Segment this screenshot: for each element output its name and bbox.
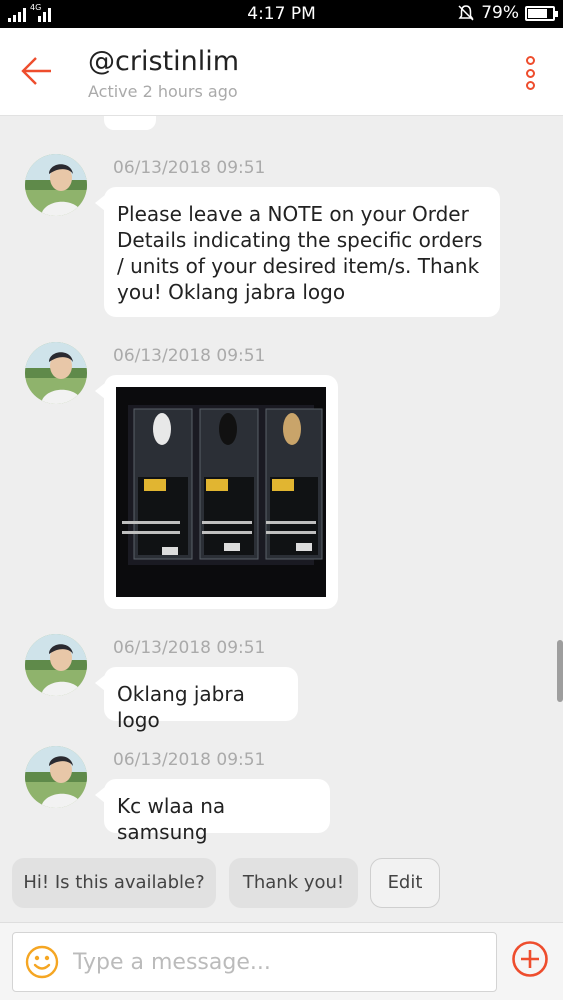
scrollbar[interactable] [557,640,563,702]
message-input[interactable] [73,941,483,983]
battery-percent: 79% [481,3,519,23]
message-timestamp: 06/13/2018 09:51 [113,158,266,178]
message-bubble[interactable]: Kc wlaa na samsung [95,779,330,844]
add-attachment-icon[interactable] [511,940,549,978]
quick-replies: Hi! Is this available? Thank you! Edit [0,858,563,908]
message-input-container [12,932,497,992]
chat-username: @cristinlim [88,46,240,77]
chat-header: @cristinlim Active 2 hours ago [0,28,563,116]
notifications-off-icon [458,5,474,21]
product-photo[interactable] [116,387,326,597]
active-status: Active 2 hours ago [88,82,238,101]
avatar[interactable] [25,746,87,808]
message-timestamp: 06/13/2018 09:51 [113,750,266,770]
avatar[interactable] [25,154,87,216]
message-bubble[interactable]: Oklang jabra logo [95,667,298,732]
message-list[interactable]: 06/13/2018 09:51 Please leave a NOTE on … [0,116,563,922]
battery-fill [528,8,547,18]
image-message-bubble[interactable] [95,375,338,609]
battery-icon [525,5,558,21]
back-arrow-icon[interactable] [20,54,54,88]
quick-reply-thank-you[interactable]: Thank you! [229,858,358,908]
quick-reply-available[interactable]: Hi! Is this available? [12,858,216,908]
avatar[interactable] [25,634,87,696]
partial-message-bubble [104,116,156,130]
message-timestamp: 06/13/2018 09:51 [113,346,266,366]
message-timestamp: 06/13/2018 09:51 [113,638,266,658]
edit-quick-replies-button[interactable]: Edit [370,858,440,908]
message-bubble[interactable]: Please leave a NOTE on your Order Detail… [95,187,500,317]
emoji-icon[interactable] [25,945,59,979]
composer-bar [0,922,563,1000]
avatar[interactable] [25,342,87,404]
more-options-icon[interactable] [523,56,537,90]
status-bar: 4G 4:17 PM 79% [0,0,563,28]
